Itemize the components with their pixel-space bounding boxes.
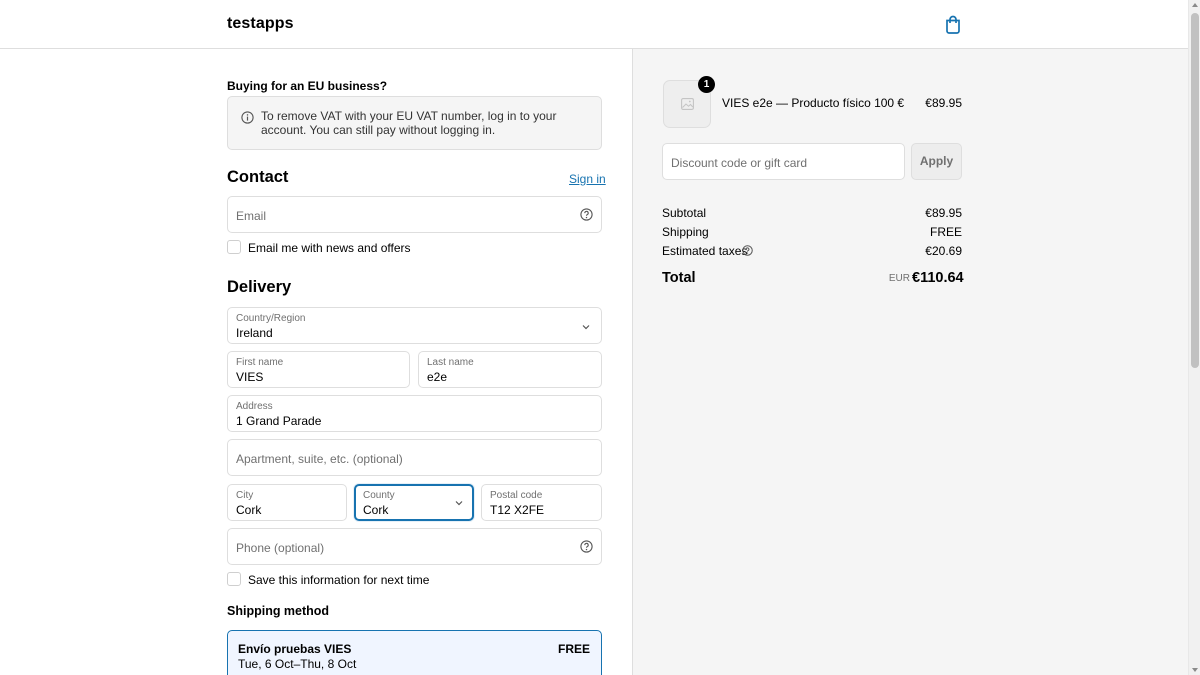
shipping-method-heading: Shipping method bbox=[227, 604, 330, 618]
city-field[interactable]: City Cork bbox=[227, 484, 347, 521]
discount-code-input[interactable]: Discount code or gift card bbox=[662, 143, 905, 180]
quantity-badge: 1 bbox=[698, 76, 715, 93]
email-field[interactable]: Email bbox=[227, 196, 602, 233]
help-icon[interactable] bbox=[580, 540, 593, 553]
postal-code-label: Postal code bbox=[490, 490, 543, 501]
contact-heading: Contact bbox=[227, 168, 289, 186]
country-label: Country/Region bbox=[236, 313, 306, 324]
chevron-down-icon bbox=[455, 501, 463, 506]
country-select[interactable]: Country/Region Ireland bbox=[227, 307, 602, 344]
last-name-label: Last name bbox=[427, 357, 474, 368]
save-info-label[interactable]: Save this information for next time bbox=[248, 573, 429, 587]
phone-field[interactable]: Phone (optional) bbox=[227, 528, 602, 565]
county-value: Cork bbox=[363, 503, 389, 517]
subtotal-label: Subtotal bbox=[662, 206, 707, 220]
product-name: VIES e2e — Producto físico 100 € bbox=[722, 96, 905, 110]
eu-business-title: Buying for an EU business? bbox=[227, 79, 388, 93]
county-label: County bbox=[363, 490, 395, 501]
brand-logo[interactable]: testapps bbox=[227, 15, 294, 33]
city-value: Cork bbox=[236, 503, 262, 517]
last-name-value: e2e bbox=[427, 370, 448, 384]
shopping-bag-icon[interactable] bbox=[944, 15, 962, 34]
email-placeholder: Email bbox=[236, 209, 267, 223]
scrollbar[interactable] bbox=[1188, 0, 1200, 675]
taxes-label: Estimated taxes bbox=[662, 244, 748, 258]
shipping-option[interactable]: Envío pruebas VIES Tue, 6 Oct–Thu, 8 Oct… bbox=[227, 630, 602, 675]
scrollbar-thumb[interactable] bbox=[1191, 13, 1199, 368]
delivery-heading: Delivery bbox=[227, 278, 292, 296]
shipping-option-price: FREE bbox=[557, 642, 590, 656]
phone-placeholder: Phone (optional) bbox=[236, 541, 325, 555]
address-field[interactable]: Address 1 Grand Parade bbox=[227, 395, 602, 432]
newsletter-label[interactable]: Email me with news and offers bbox=[248, 241, 411, 255]
eu-vat-notice-text: To remove VAT with your EU VAT number, l… bbox=[261, 109, 557, 137]
first-name-label: First name bbox=[236, 357, 284, 368]
postal-code-value: T12 X2FE bbox=[490, 503, 545, 517]
header: testapps bbox=[0, 0, 1188, 49]
scroll-up-arrow[interactable] bbox=[1192, 3, 1198, 7]
shipping-value: FREE bbox=[929, 225, 962, 239]
shipping-option-name: Envío pruebas VIES bbox=[238, 642, 352, 656]
shipping-option-dates: Tue, 6 Oct–Thu, 8 Oct bbox=[238, 657, 357, 671]
address-value: 1 Grand Parade bbox=[236, 414, 322, 428]
eu-vat-notice: To remove VAT with your EU VAT number, l… bbox=[227, 96, 602, 150]
help-icon[interactable] bbox=[580, 208, 593, 221]
info-icon bbox=[241, 111, 254, 124]
apply-discount-button[interactable]: Apply bbox=[911, 143, 962, 180]
subtotal-value: €89.95 bbox=[925, 206, 962, 220]
total-currency: EUR bbox=[888, 273, 910, 284]
address-label: Address bbox=[236, 401, 273, 412]
scroll-down-arrow[interactable] bbox=[1192, 668, 1198, 672]
country-value: Ireland bbox=[236, 326, 273, 340]
image-placeholder-icon bbox=[681, 98, 694, 110]
shipping-label: Shipping bbox=[662, 225, 709, 239]
help-icon[interactable] bbox=[742, 245, 753, 256]
sign-in-link[interactable]: Sign in bbox=[569, 172, 606, 186]
postal-code-field[interactable]: Postal code T12 X2FE bbox=[481, 484, 602, 521]
total-label: Total bbox=[662, 270, 696, 286]
apartment-field[interactable]: Apartment, suite, etc. (optional) bbox=[227, 439, 602, 476]
save-info-checkbox[interactable] bbox=[227, 572, 241, 586]
first-name-value: VIES bbox=[236, 370, 264, 384]
county-select[interactable]: County Cork bbox=[354, 484, 474, 521]
total-value: €110.64 bbox=[912, 270, 964, 286]
last-name-field[interactable]: Last name e2e bbox=[418, 351, 602, 388]
taxes-value: €20.69 bbox=[925, 244, 962, 258]
product-price: €89.95 bbox=[925, 96, 962, 110]
apartment-placeholder: Apartment, suite, etc. (optional) bbox=[236, 452, 403, 466]
city-label: City bbox=[236, 490, 254, 501]
newsletter-checkbox[interactable] bbox=[227, 240, 241, 254]
chevron-down-icon bbox=[582, 325, 590, 330]
discount-placeholder: Discount code or gift card bbox=[671, 156, 808, 170]
first-name-field[interactable]: First name VIES bbox=[227, 351, 410, 388]
